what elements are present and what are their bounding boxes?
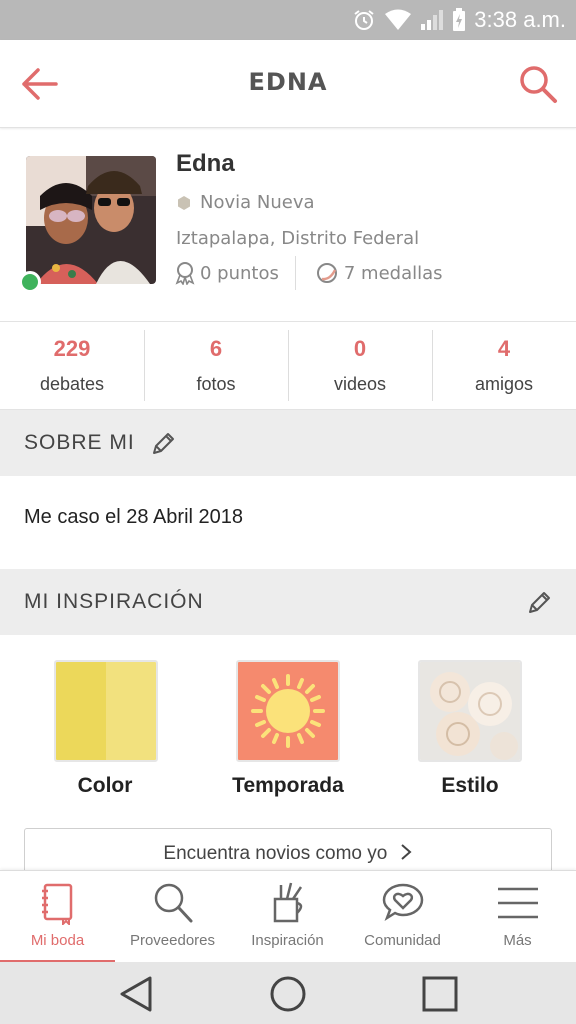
nav-label: Comunidad [364, 932, 441, 949]
role-label: Novia Nueva [200, 192, 315, 213]
back-triangle-icon[interactable] [116, 974, 156, 1014]
search-icon [154, 883, 193, 923]
hexagon-icon [178, 195, 190, 210]
season-label: Temporada [232, 774, 344, 797]
online-status-dot [19, 271, 41, 293]
nav-mas[interactable]: Más [460, 871, 575, 963]
count-label: debates [39, 374, 105, 394]
about-text: Me caso el 28 Abril 2018 [24, 506, 244, 528]
alarm-icon [354, 10, 374, 30]
count-label: fotos [196, 374, 236, 394]
color-tile[interactable] [54, 660, 158, 762]
status-icons: 3:38 a.m. [352, 6, 566, 34]
ribbon-icon [175, 262, 195, 285]
wifi-icon [385, 9, 412, 30]
clock: 3:38 a.m. [474, 7, 566, 32]
system-nav-bar [0, 962, 576, 1024]
home-circle-icon[interactable] [268, 974, 308, 1014]
nav-label: Mi boda [30, 932, 85, 949]
notebook-icon [42, 883, 73, 925]
about-section-header: SOBRE MI [0, 410, 576, 476]
edit-pencil-icon[interactable] [150, 431, 176, 457]
count-label: videos [333, 374, 387, 394]
style-tile[interactable] [418, 660, 522, 762]
nav-comunidad[interactable]: Comunidad [345, 871, 460, 963]
battery-icon [453, 8, 466, 31]
medals-label: 7 medallas [343, 262, 443, 284]
heart-chat-icon [382, 883, 424, 922]
nav-inspiracion[interactable]: Inspiración [230, 871, 345, 963]
nav-label: Más [503, 932, 532, 949]
style-label: Estilo [441, 774, 499, 797]
profile-location: Iztapalapa, Distrito Federal [176, 228, 420, 249]
edit-pencil-icon[interactable] [526, 590, 552, 616]
nav-label: Inspiración [251, 932, 324, 949]
status-bar: 3:38 a.m. [0, 0, 576, 40]
count-debates[interactable]: 229 debates [0, 322, 144, 409]
color-label: Color [77, 774, 133, 797]
inspiration-section-header: MI INSPIRACIÓN [0, 569, 576, 635]
chevron-right-icon [400, 844, 412, 860]
profile-counts: 229 debates 6 fotos 0 videos 4 amigos [0, 322, 576, 410]
bottom-nav: Mi boda Proveedores Inspiración Comunida… [0, 870, 576, 963]
avatar[interactable] [26, 156, 156, 284]
count-value: 0 [353, 336, 367, 361]
count-value: 6 [209, 336, 223, 361]
count-videos[interactable]: 0 videos [288, 322, 432, 409]
nav-proveedores[interactable]: Proveedores [115, 871, 230, 963]
medal-icon [316, 263, 337, 283]
count-amigos[interactable]: 4 amigos [432, 322, 576, 409]
stats-divider [294, 256, 296, 290]
search-icon[interactable] [518, 64, 558, 104]
about-title: SOBRE MI [24, 431, 135, 454]
nav-label: Proveedores [129, 932, 216, 949]
count-value: 229 [53, 336, 91, 361]
count-fotos[interactable]: 6 fotos [144, 322, 288, 409]
profile-stats: 0 puntos 7 medallas [174, 256, 443, 290]
signal-icon [421, 10, 444, 30]
profile-role: Novia Nueva [176, 192, 315, 213]
nav-mi-boda[interactable]: Mi boda [0, 871, 115, 963]
page-title: EDNA [248, 68, 328, 96]
season-tile[interactable] [236, 660, 340, 762]
inspiration-title: MI INSPIRACIÓN [24, 590, 204, 613]
profile-name: Edna [176, 150, 235, 177]
recents-square-icon[interactable] [420, 974, 460, 1014]
find-couples-label: Encuentra novios como yo [163, 843, 388, 864]
medals-stat[interactable]: 7 medallas [316, 262, 443, 284]
count-label: amigos [474, 374, 534, 394]
app-bar: EDNA [0, 40, 576, 128]
menu-icon [498, 887, 538, 919]
count-value: 4 [497, 336, 511, 361]
points-label: 0 puntos [200, 262, 279, 284]
points-stat[interactable]: 0 puntos [174, 261, 279, 285]
profile-card: Edna Novia Nueva Iztapalapa, Distrito Fe… [0, 128, 576, 322]
pencil-cup-icon [273, 882, 303, 923]
